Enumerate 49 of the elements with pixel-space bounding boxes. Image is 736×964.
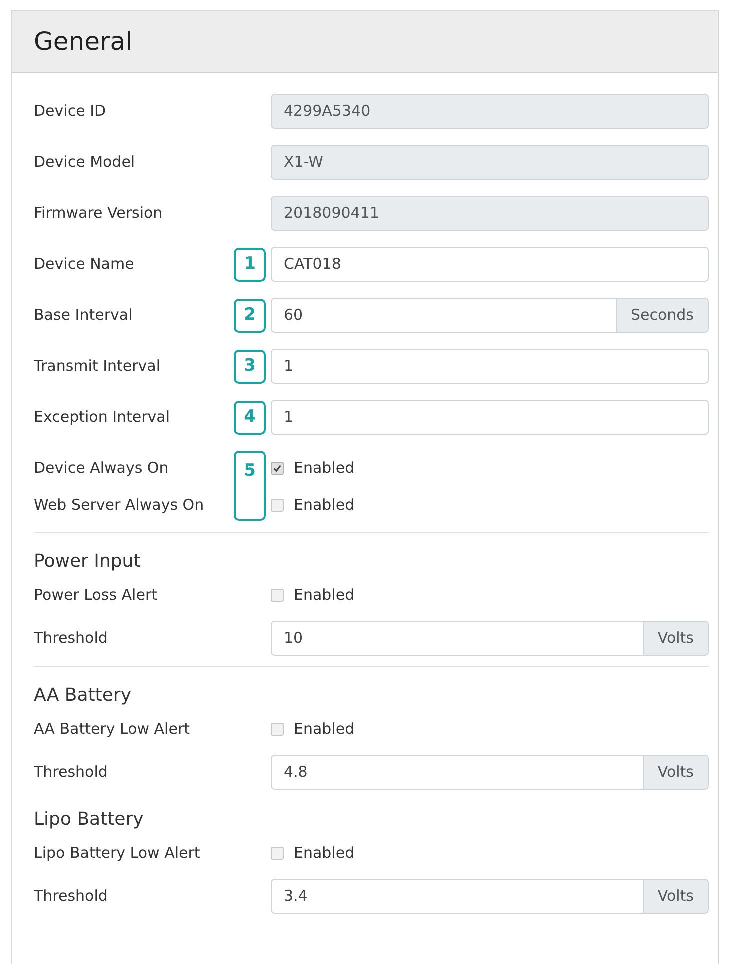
- input-field[interactable]: 4.8: [271, 755, 644, 790]
- field-label: Device Always On: [34, 458, 169, 479]
- unit-addon: Volts: [644, 621, 709, 656]
- section-title: Lipo Battery: [34, 808, 145, 832]
- section-title: AA Battery: [34, 684, 132, 708]
- field-label: Firmware Version: [34, 203, 163, 224]
- callout-marker: 3: [234, 350, 266, 384]
- checkbox-label: Enabled: [294, 718, 355, 740]
- field-label: Threshold: [34, 762, 108, 784]
- checkbox[interactable]: [271, 846, 284, 860]
- readonly-field: 4299A5340: [271, 94, 709, 129]
- field-label: Threshold: [34, 886, 108, 908]
- input-field[interactable]: 3.4: [271, 879, 644, 914]
- input-field[interactable]: 10: [271, 621, 644, 656]
- field-label: Threshold: [34, 628, 108, 650]
- checkbox[interactable]: [271, 588, 284, 602]
- input-field[interactable]: 1: [271, 400, 709, 435]
- callout-marker: 1: [234, 248, 266, 282]
- checkbox[interactable]: [271, 722, 284, 736]
- field-label: Device ID: [34, 101, 106, 122]
- field-label: Transmit Interval: [34, 356, 161, 378]
- checkbox-label: Enabled: [294, 458, 355, 479]
- checkbox-label: Enabled: [294, 584, 355, 606]
- checkbox-label: Enabled: [294, 494, 355, 516]
- field-label: Device Name: [34, 254, 134, 276]
- input-field[interactable]: CAT018: [271, 247, 709, 282]
- field-label: Device Model: [34, 152, 136, 174]
- field-label: Lipo Battery Low Alert: [34, 842, 200, 864]
- callout-marker: 4: [234, 400, 266, 434]
- checkbox[interactable]: [271, 462, 284, 474]
- callout-marker: 2: [234, 298, 266, 332]
- checkbox-label: Enabled: [294, 842, 355, 864]
- field-label: Base Interval: [34, 305, 133, 326]
- field-label: Web Server Always On: [34, 494, 204, 516]
- field-label: Exception Interval: [34, 407, 170, 428]
- field-label: Power Loss Alert: [34, 584, 158, 606]
- callout-marker: 5: [234, 451, 266, 521]
- readonly-field: X1-W: [271, 145, 709, 180]
- field-label: AA Battery Low Alert: [34, 718, 190, 740]
- panel-title: General: [34, 26, 133, 58]
- checkmark-icon: [273, 464, 282, 472]
- unit-addon: Volts: [644, 879, 709, 914]
- unit-addon: Seconds: [616, 298, 709, 333]
- checkbox[interactable]: [271, 498, 284, 512]
- readonly-field: 2018090411: [271, 196, 709, 231]
- input-field[interactable]: 60: [271, 298, 617, 333]
- section-title: Power Input: [34, 550, 142, 574]
- unit-addon: Volts: [644, 755, 709, 790]
- input-field[interactable]: 1: [271, 349, 709, 384]
